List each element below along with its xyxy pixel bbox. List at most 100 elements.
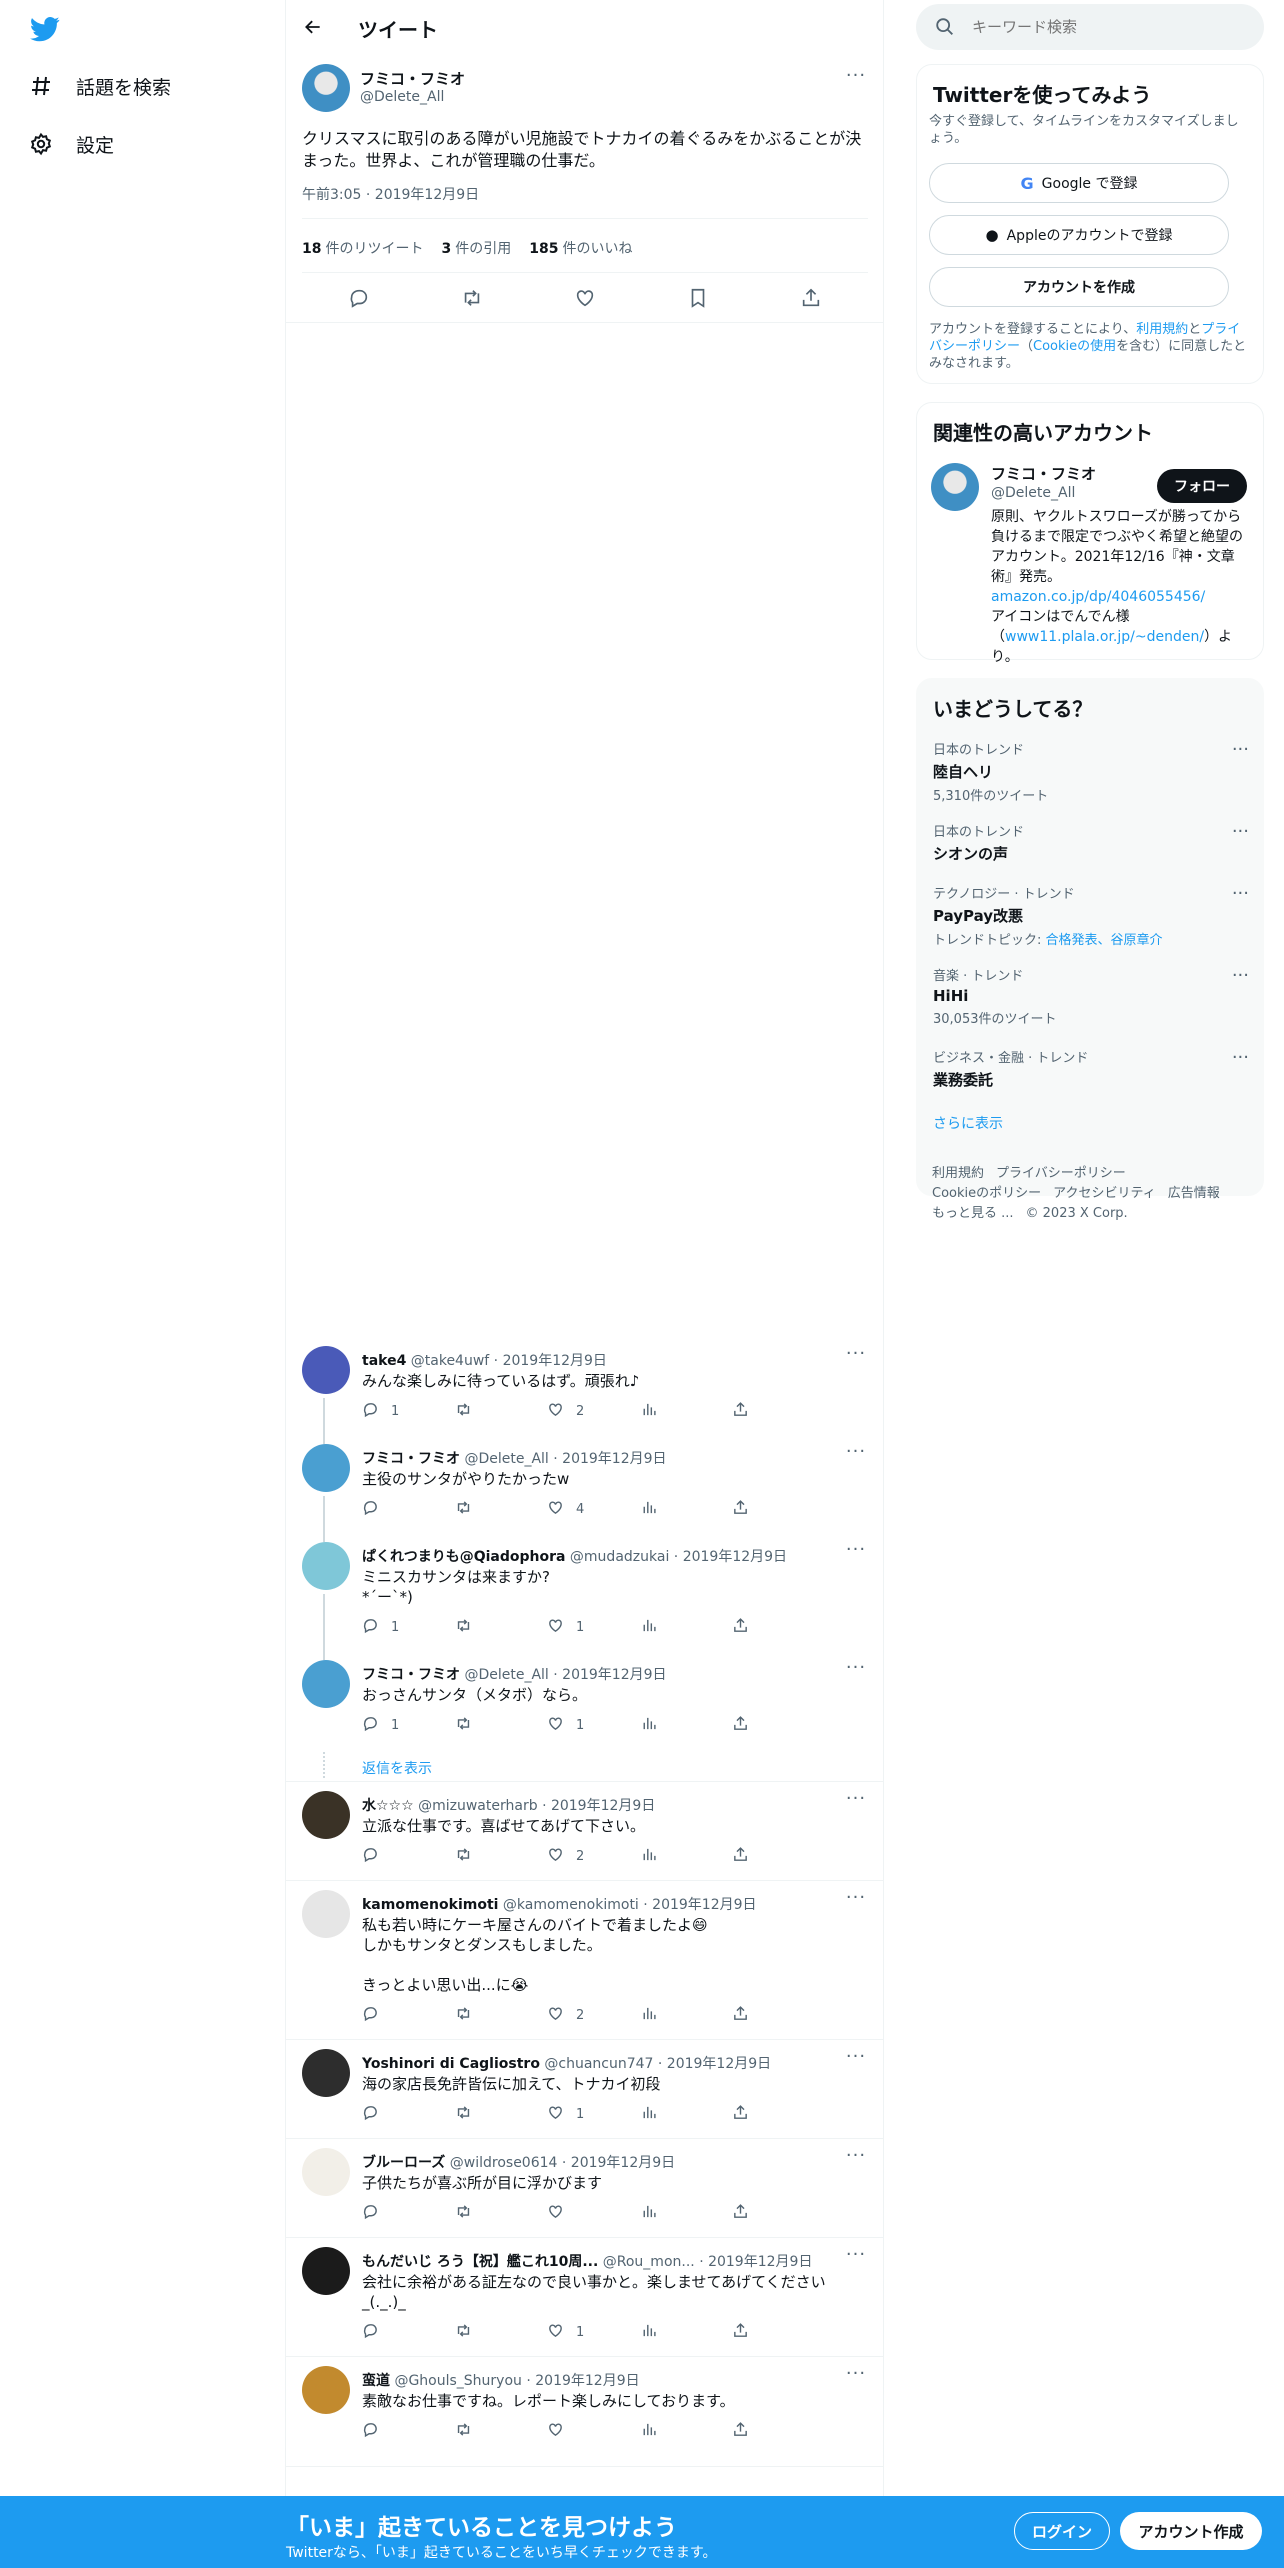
trend-item[interactable]: 音楽 · トレンド HiHi 30,053件のツイート ··· xyxy=(933,965,1249,1027)
footer-terms[interactable]: 利用規約 xyxy=(932,1166,984,1181)
reply-author-name[interactable]: 水☆☆☆ xyxy=(362,1798,414,1814)
more-options-icon[interactable]: ··· xyxy=(842,1345,870,1368)
reply-author-handle[interactable]: @wildrose0614 xyxy=(450,2155,558,2171)
reply-author-handle[interactable]: @mudadzukai xyxy=(570,1549,669,1565)
bio-link-denden[interactable]: www11.plala.or.jp/~denden/ xyxy=(1005,629,1204,645)
like-button[interactable]: 1 xyxy=(547,2104,597,2125)
views-button[interactable] xyxy=(640,1617,690,1638)
terms-link[interactable]: 利用規約 xyxy=(1136,322,1188,337)
show-more-trends[interactable]: さらに表示 xyxy=(933,1113,1003,1133)
like-button[interactable]: 1 xyxy=(547,2322,597,2343)
reply-button[interactable] xyxy=(362,2005,412,2026)
reply-button[interactable] xyxy=(362,1499,412,1520)
footer-more[interactable]: もっと見る ... xyxy=(932,1206,1014,1221)
reply-row[interactable]: フミコ・フミオ @Delete_All · 2019年12月9日 ··· 主役のサン… xyxy=(286,1443,884,1546)
author-name[interactable]: フミコ・フミオ xyxy=(360,68,465,89)
footer-cookie[interactable]: Cookieのポリシー xyxy=(932,1186,1041,1201)
share-button[interactable] xyxy=(732,1401,782,1422)
more-options-icon[interactable]: ··· xyxy=(1232,965,1249,986)
views-button[interactable] xyxy=(640,2421,690,2442)
reply-button[interactable] xyxy=(362,2104,412,2125)
relevant-name[interactable]: フミコ・フミオ xyxy=(991,463,1096,484)
reply-row[interactable]: もんだいじ ろう【祝】艦これ10周... @Rou_mon... · 2019年… xyxy=(286,2246,884,2370)
reply-author-name[interactable]: kamomenokimoti xyxy=(362,1897,498,1913)
like-button[interactable]: 2 xyxy=(547,1401,597,1422)
reply-author-name[interactable]: take4 xyxy=(362,1353,406,1369)
reply-date[interactable]: · 2019年12月9日 xyxy=(526,2373,639,2389)
reply-avatar[interactable] xyxy=(302,1444,350,1492)
retweet-button[interactable] xyxy=(455,1715,505,1736)
reply-button[interactable] xyxy=(362,2203,412,2224)
retweet-button[interactable] xyxy=(455,2104,505,2125)
more-options-icon[interactable]: ··· xyxy=(1232,739,1249,760)
like-count-link[interactable]: 185 件のいいね xyxy=(529,238,632,258)
reply-author-handle[interactable]: @kamomenokimoti xyxy=(503,1897,639,1913)
reply-author-name[interactable]: Yoshinori di Cagliostro xyxy=(362,2056,540,2072)
reply-date[interactable]: · 2019年12月9日 xyxy=(699,2254,812,2270)
reply-avatar[interactable] xyxy=(302,1791,350,1839)
reply-author-handle[interactable]: @mizuwaterharb xyxy=(418,1798,538,1814)
retweet-button[interactable] xyxy=(455,1846,505,1867)
trend-item[interactable]: テクノロジー · トレンド PayPay改悪 トレンドトピック: 合格発表、谷原章介… xyxy=(933,883,1249,948)
more-options-icon[interactable]: ··· xyxy=(842,1659,870,1682)
like-button[interactable]: 2 xyxy=(547,2005,597,2026)
like-button[interactable] xyxy=(547,2203,597,2224)
views-button[interactable] xyxy=(640,2322,690,2343)
more-options-icon[interactable]: ··· xyxy=(842,2147,870,2170)
reply-button[interactable]: 1 xyxy=(362,1715,412,1736)
reply-date[interactable]: · 2019年12月9日 xyxy=(658,2056,771,2072)
reply-author-handle[interactable]: @Delete_All xyxy=(464,1451,548,1467)
reply-avatar[interactable] xyxy=(302,2049,350,2097)
search-box[interactable] xyxy=(916,4,1264,50)
reply-row[interactable]: take4 @take4uwf · 2019年12月9日 ··· みんな楽しみに待っ… xyxy=(286,1345,884,1448)
reply-author-name[interactable]: ブルーローズ xyxy=(362,2155,445,2171)
quote-count-link[interactable]: 3 件の引用 xyxy=(441,238,511,258)
reply-avatar[interactable] xyxy=(302,1542,350,1590)
more-options-icon[interactable]: ··· xyxy=(842,1889,870,1912)
more-options-icon[interactable]: ··· xyxy=(842,2365,870,2388)
reply-avatar[interactable] xyxy=(302,2366,350,2414)
share-button[interactable] xyxy=(732,2421,782,2442)
reply-button[interactable]: 1 xyxy=(362,1401,412,1422)
reply-author-handle[interactable]: @chuancun747 xyxy=(544,2056,653,2072)
more-options-icon[interactable]: ··· xyxy=(842,1790,870,1813)
create-account-button[interactable]: アカウントを作成 xyxy=(929,267,1229,307)
reply-avatar[interactable] xyxy=(302,1660,350,1708)
login-button[interactable]: ログイン xyxy=(1014,2512,1110,2550)
reply-author-handle[interactable]: @Delete_All xyxy=(464,1667,548,1683)
views-button[interactable] xyxy=(640,1846,690,1867)
reply-button[interactable] xyxy=(362,2421,412,2442)
bio-link-amazon[interactable]: amazon.co.jp/dp/4046055456/ xyxy=(991,589,1205,605)
back-arrow-icon[interactable] xyxy=(300,14,326,40)
relevant-handle[interactable]: @Delete_All xyxy=(991,485,1075,501)
author-avatar[interactable] xyxy=(302,64,350,112)
reply-avatar[interactable] xyxy=(302,1890,350,1938)
views-button[interactable] xyxy=(640,1499,690,1520)
like-icon[interactable] xyxy=(572,285,598,311)
share-button[interactable] xyxy=(732,1846,782,1867)
views-button[interactable] xyxy=(640,1401,690,1422)
twitter-logo-icon[interactable] xyxy=(28,14,62,44)
more-options-icon[interactable]: ··· xyxy=(1232,1047,1249,1068)
reply-date[interactable]: · 2019年12月9日 xyxy=(562,2155,675,2171)
more-options-icon[interactable]: ··· xyxy=(842,2246,870,2269)
more-options-icon[interactable]: ··· xyxy=(1232,883,1249,904)
reply-author-name[interactable]: フミコ・フミオ xyxy=(362,1451,460,1467)
reply-date[interactable]: · 2019年12月9日 xyxy=(494,1353,607,1369)
author-handle[interactable]: @Delete_All xyxy=(360,89,444,105)
apple-signup-button[interactable]: ● Appleのアカウントで登録 xyxy=(929,215,1229,255)
signup-button[interactable]: アカウント作成 xyxy=(1120,2512,1262,2550)
retweet-icon[interactable] xyxy=(459,285,485,311)
reply-avatar[interactable] xyxy=(302,2148,350,2196)
footer-accessibility[interactable]: アクセシビリティ xyxy=(1053,1186,1156,1201)
reply-row[interactable]: kamomenokimoti @kamomenokimoti · 2019年12… xyxy=(286,1889,884,2053)
like-button[interactable]: 2 xyxy=(547,1846,597,1867)
like-button[interactable] xyxy=(547,2421,597,2442)
show-replies-link[interactable]: 返信を表示 xyxy=(362,1758,432,1778)
more-options-icon[interactable]: ··· xyxy=(842,67,870,90)
reply-author-name[interactable]: 蛮道 xyxy=(362,2373,390,2389)
trend-topic-links[interactable]: 合格発表、谷原章介 xyxy=(1046,933,1163,948)
retweet-button[interactable] xyxy=(455,1617,505,1638)
views-button[interactable] xyxy=(640,2005,690,2026)
reply-author-handle[interactable]: @Ghouls_Shuryou xyxy=(394,2373,521,2389)
